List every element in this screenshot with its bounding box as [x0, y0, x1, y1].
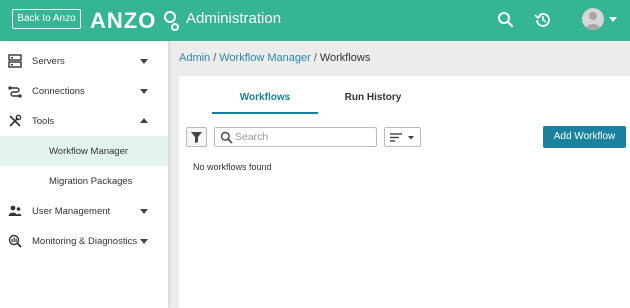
sidebar-item-label: User Management [32, 206, 111, 217]
tab-workflows[interactable]: Workflows [212, 76, 318, 114]
tools-icon [9, 114, 22, 127]
connection-icon [8, 86, 22, 98]
sidebar-subitem-workflow-manager[interactable]: Workflow Manager [0, 136, 168, 166]
empty-state-message: No workflows found [193, 162, 272, 172]
server-icon [8, 54, 22, 68]
filter-button[interactable] [186, 127, 207, 147]
sidebar-item-user-management[interactable]: User Management [0, 196, 168, 226]
sidebar-item-monitoring-diagnostics[interactable]: Monitoring & Diagnostics [0, 226, 168, 256]
sidebar-item-tools[interactable]: Tools [0, 106, 168, 136]
add-workflow-button[interactable]: Add Workflow [543, 126, 626, 148]
search-icon[interactable] [496, 10, 516, 30]
user-avatar-icon [582, 8, 604, 30]
sidebar: Servers Connections Tools Workflow Manag… [0, 41, 168, 308]
chevron-down-icon [140, 239, 148, 244]
filter-icon [191, 132, 202, 143]
breadcrumb-admin[interactable]: Admin [179, 52, 210, 64]
search-icon [220, 131, 233, 144]
breadcrumb-workflow-manager[interactable]: Workflow Manager [219, 52, 311, 64]
search-field[interactable] [214, 127, 377, 147]
users-icon [8, 205, 22, 216]
chevron-down-icon [140, 209, 148, 214]
sidebar-item-connections[interactable]: Connections [0, 76, 168, 106]
search-input[interactable] [235, 129, 373, 145]
sort-dropdown[interactable] [384, 127, 421, 147]
tab-bar: Workflows Run History [179, 76, 630, 114]
sidebar-item-label: Monitoring & Diagnostics [32, 236, 138, 247]
chevron-up-icon [140, 118, 148, 123]
monitoring-icon [8, 234, 22, 248]
sidebar-item-label: Tools [32, 116, 55, 127]
breadcrumb-current: Workflows [319, 52, 371, 64]
chevron-down-icon [609, 17, 617, 22]
sort-icon [390, 133, 414, 142]
top-bar: Back to Anzo ANZO Administration [0, 0, 630, 41]
sidebar-subitem-label: Workflow Manager [49, 146, 129, 157]
app-title: Administration [186, 10, 282, 27]
back-to-anzo-button[interactable]: Back to Anzo [12, 9, 81, 29]
tab-run-history[interactable]: Run History [329, 76, 417, 114]
history-icon[interactable] [533, 10, 553, 30]
anzo-logo: ANZO [90, 8, 179, 32]
breadcrumb: Admin / Workflow Manager / Workflows [179, 52, 371, 64]
sidebar-subitem-migration-packages[interactable]: Migration Packages [0, 166, 168, 196]
user-menu[interactable] [582, 8, 622, 32]
chevron-down-icon [140, 89, 148, 94]
sidebar-item-servers[interactable]: Servers [0, 46, 168, 76]
sidebar-item-label: Connections [32, 86, 85, 97]
sidebar-item-label: Servers [32, 56, 65, 67]
chevron-down-icon [140, 59, 148, 64]
sidebar-subitem-label: Migration Packages [49, 176, 133, 187]
workflows-panel: Workflows Run History Add Workflow No wo… [179, 76, 630, 308]
anzo-logo-text: ANZO [90, 8, 156, 32]
